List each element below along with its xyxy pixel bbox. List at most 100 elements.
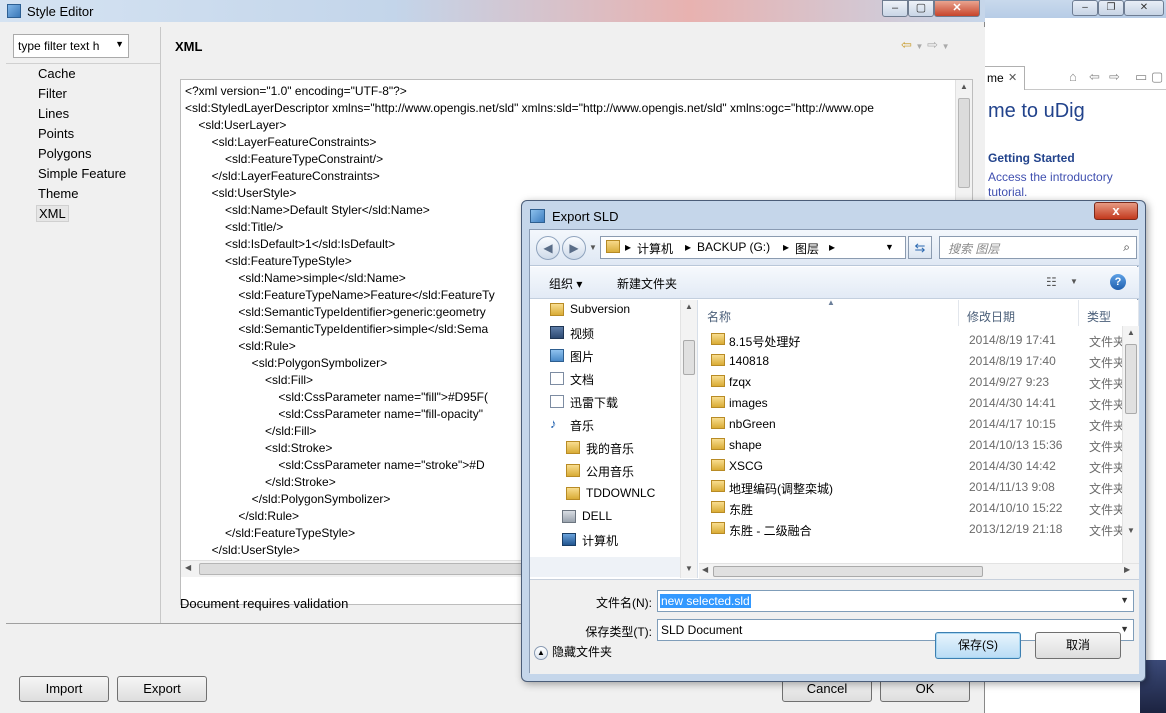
folder-icon <box>711 333 725 345</box>
back-icon[interactable]: ⇦ <box>1089 69 1100 85</box>
breadcrumb-folder[interactable]: 图层 <box>795 240 819 257</box>
folder-icon <box>566 487 580 500</box>
tree-item[interactable]: DELL <box>562 509 612 523</box>
nav-item-filter[interactable]: Filter <box>38 86 67 101</box>
maximize-button[interactable]: ▢ <box>908 0 934 17</box>
export-button[interactable]: Export <box>117 676 207 702</box>
forward-icon[interactable]: ⇨ <box>1109 69 1120 85</box>
chevron-down-icon[interactable]: ▼ <box>1070 277 1078 286</box>
nav-item-polygons[interactable]: Polygons <box>38 146 91 161</box>
dialog-close-button[interactable]: x <box>1094 202 1138 220</box>
file-list-horizontal-scrollbar[interactable]: ◀ ▶ <box>699 563 1139 579</box>
forward-button[interactable]: ▶ <box>562 236 586 260</box>
getting-started-description: Access the introductory tutorial. <box>988 170 1113 200</box>
scroll-thumb[interactable] <box>1125 344 1137 414</box>
back-icon[interactable]: ⇦ <box>901 37 912 52</box>
scroll-left-icon[interactable]: ◀ <box>702 565 708 574</box>
chevron-down-icon[interactable]: ▼ <box>115 39 124 49</box>
tree-item[interactable]: 迅雷下载 <box>550 394 618 411</box>
maximize-view-icon[interactable]: ▢ <box>1151 69 1163 85</box>
nav-item-cache[interactable]: Cache <box>38 66 76 81</box>
chevron-down-icon[interactable]: ▼ <box>885 242 894 252</box>
nav-item-xml[interactable]: XML <box>36 205 69 222</box>
cancel-button[interactable]: 取消 <box>1035 632 1121 659</box>
tree-item[interactable]: 图片 <box>550 348 594 365</box>
view-options-icon[interactable]: ☷ <box>1046 275 1057 289</box>
file-row[interactable]: shape 2014/10/13 15:36 文件夹 <box>699 434 1139 455</box>
nav-item-points[interactable]: Points <box>38 126 74 141</box>
recent-locations-icon[interactable]: ▼ <box>589 243 597 252</box>
tree-item[interactable]: 文档 <box>550 371 594 388</box>
save-button[interactable]: 保存(S) <box>935 632 1021 659</box>
scroll-thumb[interactable] <box>683 340 695 375</box>
refresh-button[interactable]: ⇆ <box>908 236 932 259</box>
nav-item-lines[interactable]: Lines <box>38 106 69 121</box>
file-row[interactable]: 8.15号处理好 2014/8/19 17:41 文件夹 <box>699 329 1139 350</box>
home-icon[interactable]: ⌂ <box>1069 69 1077 84</box>
close-tab-icon[interactable]: ✕ <box>1008 71 1017 84</box>
file-row[interactable]: fzqx 2014/9/27 9:23 文件夹 <box>699 371 1139 392</box>
breadcrumb-computer[interactable]: 计算机 <box>637 240 673 257</box>
nav-item-simple-feature[interactable]: Simple Feature <box>38 166 126 181</box>
scroll-thumb[interactable] <box>958 98 970 188</box>
file-row[interactable]: XSCG 2014/4/30 14:42 文件夹 <box>699 455 1139 476</box>
folder-icon <box>711 438 725 450</box>
breadcrumb-drive[interactable]: BACKUP (G:) <box>697 240 770 254</box>
tree-item[interactable]: TDDOWNLC <box>566 486 655 500</box>
nav-item-theme[interactable]: Theme <box>38 186 78 201</box>
file-row[interactable]: images 2014/4/30 14:41 文件夹 <box>699 392 1139 413</box>
file-list-vertical-scrollbar[interactable]: ▲ ▼ <box>1122 326 1139 578</box>
search-input[interactable]: 搜索 图层 ⌕ <box>939 236 1137 259</box>
column-header-type[interactable]: 类型 <box>1079 300 1139 326</box>
scroll-up-icon[interactable]: ▲ <box>685 302 693 311</box>
forward-icon[interactable]: ⇨ <box>927 37 938 52</box>
page-title: XML <box>175 39 203 54</box>
tree-vertical-scrollbar[interactable]: ▲ ▼ <box>680 300 697 578</box>
close-button[interactable]: ✕ <box>1124 0 1164 16</box>
new-folder-button[interactable]: 新建文件夹 <box>617 275 677 292</box>
chevron-down-icon[interactable]: ▼ <box>942 42 950 51</box>
chevron-down-icon[interactable]: ▼ <box>1120 624 1129 634</box>
close-button[interactable]: ✕ <box>934 0 980 17</box>
file-row[interactable]: 东胜 2014/10/10 15:22 文件夹 <box>699 497 1139 518</box>
file-row[interactable]: 140818 2014/8/19 17:40 文件夹 <box>699 350 1139 371</box>
scroll-up-icon[interactable]: ▲ <box>960 82 968 91</box>
tree-item[interactable]: Subversion <box>550 302 630 316</box>
minimize-button[interactable]: – <box>882 0 908 17</box>
scroll-thumb[interactable] <box>713 566 983 577</box>
scroll-down-icon[interactable]: ▼ <box>1127 526 1135 535</box>
column-header-date[interactable]: 修改日期 <box>959 300 1079 326</box>
tree-item[interactable]: 公用音乐 <box>566 463 634 480</box>
import-button[interactable]: Import <box>19 676 109 702</box>
minimize-view-icon[interactable]: ▭ <box>1135 69 1147 85</box>
code-line: <sld:Name>simple</sld:Name> <box>185 271 406 285</box>
chevron-down-icon[interactable]: ▼ <box>1120 595 1129 605</box>
filter-input[interactable]: type filter text h ▼ <box>13 34 129 58</box>
getting-started-desc-line: tutorial. <box>988 185 1028 199</box>
breadcrumb[interactable]: ▸ 计算机 ▸ BACKUP (G:) ▸ 图层 ▸ ▼ <box>600 236 906 259</box>
file-row[interactable]: 地理编码(调整栾城) 2014/11/13 9:08 文件夹 <box>699 476 1139 497</box>
restore-button[interactable]: ❐ <box>1098 0 1124 16</box>
file-row[interactable]: 东胜 - 二级融合 2013/12/19 21:18 文件夹 <box>699 518 1139 539</box>
chevron-down-icon[interactable]: ▼ <box>916 42 924 51</box>
scroll-left-icon[interactable]: ◀ <box>185 563 191 572</box>
tree-item[interactable]: 计算机 <box>562 532 618 549</box>
help-icon[interactable]: ? <box>1110 274 1126 290</box>
hide-folders-toggle[interactable]: ▲ 隐藏文件夹 <box>534 643 612 660</box>
tree-item[interactable]: 视频 <box>550 325 594 342</box>
scroll-up-icon[interactable]: ▲ <box>1127 328 1135 337</box>
tab-welcome[interactable]: me ✕ <box>983 66 1025 90</box>
organize-menu[interactable]: 组织 ▾ <box>549 275 582 292</box>
scroll-down-icon[interactable]: ▼ <box>685 564 693 573</box>
filename-input[interactable]: new selected.sld ▼ <box>657 590 1134 612</box>
minimize-button[interactable]: – <box>1072 0 1098 16</box>
getting-started-link[interactable]: Getting Started <box>988 151 1075 165</box>
search-icon[interactable]: ⌕ <box>1123 240 1130 255</box>
tree-item[interactable]: ♪ 音乐 <box>550 416 594 434</box>
back-button[interactable]: ◀ <box>536 236 560 260</box>
music-library-icon: ♪ <box>550 416 557 431</box>
tree-item[interactable]: 我的音乐 <box>566 440 634 457</box>
file-row[interactable]: nbGreen 2014/4/17 10:15 文件夹 <box>699 413 1139 434</box>
scroll-right-icon[interactable]: ▶ <box>1124 565 1130 574</box>
dialog-body: ◀ ▶ ▼ ▸ 计算机 ▸ BACKUP (G:) ▸ 图层 ▸ ▼ ⇆ 搜索 … <box>529 229 1139 674</box>
